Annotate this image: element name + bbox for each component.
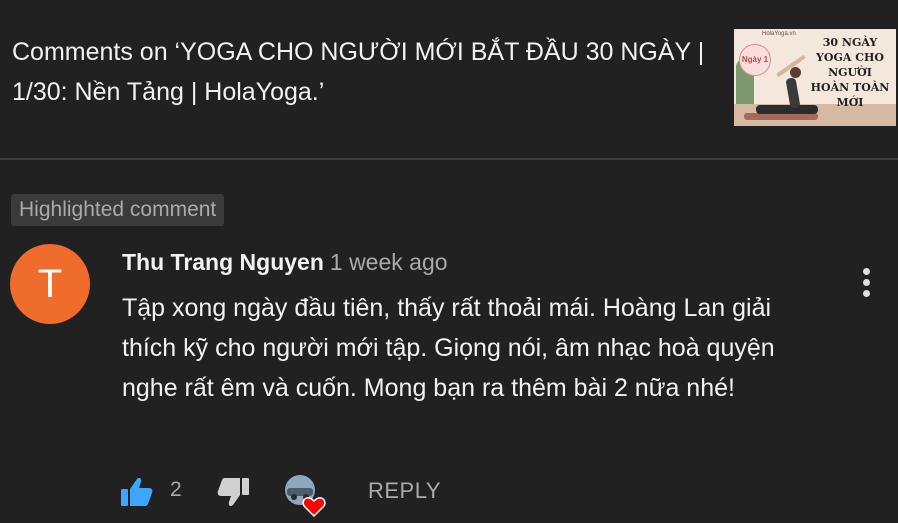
thumbnail-site-label: HolaYoga.vn xyxy=(762,31,796,37)
video-thumbnail[interactable]: HolaYoga.vn Ngày 1 30 NGÀY YOGA CHO NGƯỜ… xyxy=(734,29,896,126)
comment-actions: 2 REPLY xyxy=(120,472,480,518)
like-button[interactable] xyxy=(120,476,154,508)
thumbnail-title-text: 30 NGÀY YOGA CHO NGƯỜI HOÀN TOÀN MỚI xyxy=(810,36,890,109)
thumbnail-person-head xyxy=(790,67,801,78)
comment-timestamp[interactable]: 1 week ago xyxy=(330,249,448,275)
thumbs-up-icon xyxy=(121,478,153,506)
creator-heart xyxy=(284,474,328,518)
thumbnail-day-badge: Ngày 1 xyxy=(739,44,771,76)
author-name[interactable]: Thu Trang Nguyen xyxy=(122,249,324,275)
vertical-dots-icon xyxy=(862,279,870,286)
comment-menu-button[interactable] xyxy=(856,264,876,304)
like-count: 2 xyxy=(170,478,182,501)
header-divider xyxy=(0,158,898,160)
avatar[interactable]: T xyxy=(10,244,90,324)
page-title: Comments on ‘YOGA CHO NGƯỜI MỚI BẮT ĐẦU … xyxy=(12,38,705,106)
highlighted-comment-badge: Highlighted comment xyxy=(11,194,225,226)
thumbnail-yoga-mat xyxy=(744,113,818,120)
vertical-dots-icon xyxy=(862,268,870,275)
reply-button[interactable]: REPLY xyxy=(368,478,441,504)
creator-heart-icon xyxy=(285,475,326,518)
comment-text: Tập xong ngày đầu tiên, thấy rất thoải m… xyxy=(122,294,775,402)
vertical-dots-icon xyxy=(862,290,870,297)
thumbs-down-icon xyxy=(217,478,249,506)
dislike-button[interactable] xyxy=(216,476,250,508)
comment-author-line: Thu Trang Nguyen 1 week ago xyxy=(122,246,448,278)
comments-header: Comments on ‘YOGA CHO NGƯỜI MỚI BẮT ĐẦU … xyxy=(0,0,898,158)
